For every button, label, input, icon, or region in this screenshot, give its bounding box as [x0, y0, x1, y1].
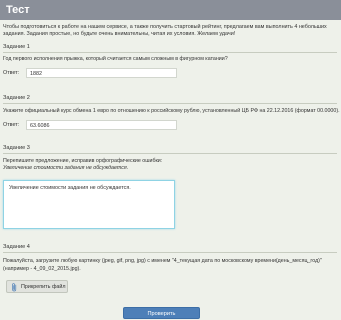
task-1-question: Год первого исполнения прыжка, который с…	[3, 56, 228, 62]
task-2-answer-input[interactable]: 63.6086	[26, 120, 177, 130]
task-2-title: Задание 2	[3, 95, 30, 101]
task-4-divider	[3, 252, 337, 253]
task-1-title: Задание 1	[3, 44, 30, 50]
task-1-answer-label: Ответ:	[3, 70, 20, 76]
task-4-question-line1: Пожалуйста, загрузите любую картинку (jp…	[3, 258, 322, 264]
window-title: Тест	[0, 0, 341, 20]
task-2-divider	[3, 103, 337, 104]
attach-file-label: Прикрепить файл	[21, 284, 66, 290]
task-3-sentence: Увеличение стоимости задания не обсуждае…	[3, 165, 129, 171]
task-2-answer-label: Ответ:	[3, 122, 20, 128]
task-1-answer-input[interactable]: 1882	[26, 68, 177, 78]
intro-text: Чтобы подготовиться к работе на нашем се…	[3, 24, 327, 37]
attach-file-button[interactable]: Прикрепить файл	[6, 280, 68, 293]
task-2-question: Укажите официальный курс обмена 1 евро п…	[3, 108, 340, 114]
task-3-question: Перепишите предложение, исправив орфогра…	[3, 158, 163, 164]
check-button[interactable]: Проверить	[123, 307, 200, 319]
task-1-divider	[3, 52, 337, 53]
task-3-divider	[3, 153, 337, 154]
paperclip-icon	[12, 283, 17, 292]
task-4-question-line2: (например - 4_09_02_2015.jpg).	[3, 266, 81, 272]
task-3-title: Задание 3	[3, 145, 30, 151]
task-3-answer-textarea[interactable]: Увеличение стоимости задания не обсуждае…	[3, 180, 175, 229]
task-4-title: Задание 4	[3, 244, 30, 250]
